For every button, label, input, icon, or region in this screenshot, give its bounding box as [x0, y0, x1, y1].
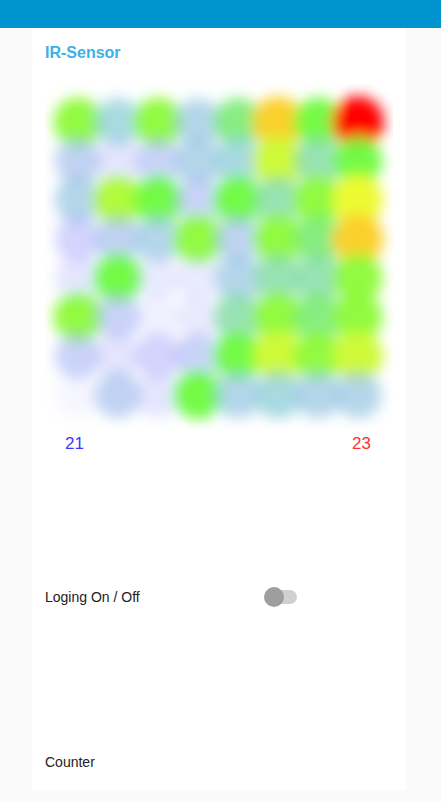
- heat-cell: [95, 294, 141, 340]
- logging-switch[interactable]: [265, 590, 297, 604]
- sensor-card: IR-Sensor 21 23 Loging On / Off Counter: [32, 28, 406, 790]
- counter-row: Counter: [45, 750, 393, 774]
- heat-cell: [136, 256, 181, 301]
- heat-cell: [55, 216, 101, 262]
- switch-knob: [264, 587, 284, 607]
- heat-cell: [95, 372, 142, 419]
- logging-label: Loging On / Off: [45, 589, 265, 605]
- legend-max: 23: [352, 433, 371, 455]
- counter-label: Counter: [45, 754, 265, 770]
- logging-row: Loging On / Off: [45, 585, 393, 609]
- card-title: IR-Sensor: [45, 42, 393, 64]
- heat-cell: [176, 256, 221, 301]
- heat-cell: [56, 373, 100, 417]
- top-bar: [0, 0, 441, 28]
- page: IR-Sensor 21 23 Loging On / Off Counter: [0, 0, 441, 802]
- heat-cell: [136, 295, 180, 339]
- heat-cell: [55, 333, 101, 379]
- heat-cell: [176, 295, 221, 340]
- heat-cell: [334, 371, 381, 418]
- heat-cell: [135, 333, 181, 379]
- heatmap-legend: 21 23: [45, 433, 393, 455]
- heatmap-chart: [45, 84, 393, 429]
- legend-min: 21: [65, 433, 84, 455]
